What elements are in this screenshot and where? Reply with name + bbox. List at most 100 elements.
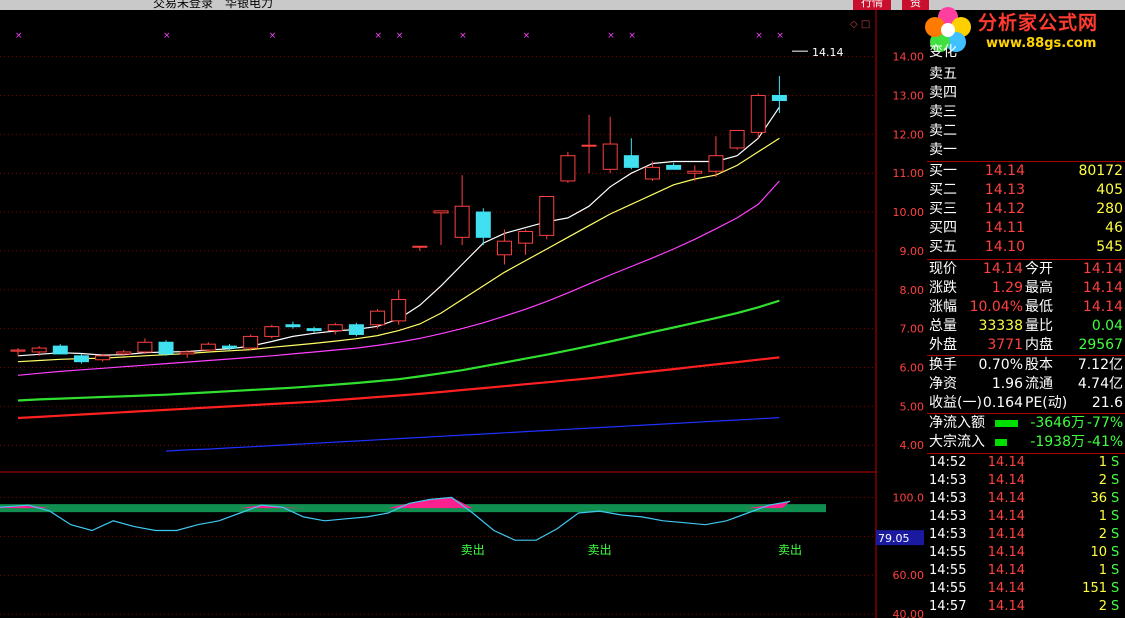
candle-body-up	[391, 298, 407, 322]
price-tick-label: 9.00	[900, 245, 925, 258]
candle-body-up	[200, 343, 216, 351]
stat-value: 33338	[978, 318, 1023, 334]
tick-row: 14:55 14.14 1 S	[927, 562, 1125, 580]
buy-level-label: 买五	[929, 239, 957, 255]
sell-row: 卖二	[927, 122, 1125, 141]
stat-value: 29567	[1078, 337, 1123, 353]
buy-level-label: 买四	[929, 220, 957, 236]
buy-volume: 280	[1096, 201, 1123, 217]
moving-average-lines	[17, 106, 780, 452]
price-tick-label: 13.00	[893, 89, 925, 102]
candle-body-down	[158, 341, 174, 355]
stat-value: 4.74亿	[1077, 376, 1123, 392]
candle-body-up	[31, 347, 47, 353]
candle-body-up	[454, 205, 470, 238]
tick-side: S	[1111, 455, 1120, 470]
price-tick-label: 11.00	[893, 167, 925, 180]
buy-volume: 46	[1105, 220, 1123, 236]
stat-value: 0.70%	[978, 357, 1023, 373]
tick-volume: 10	[1090, 545, 1107, 560]
ma-line-ma250	[165, 417, 780, 452]
price-tick-label: 10.00	[893, 206, 925, 219]
stat-label: 涨幅	[929, 299, 957, 315]
price-axis: 14.0013.0012.0011.0010.009.008.007.006.0…	[792, 19, 924, 452]
stat-label: 内盘	[1025, 337, 1053, 353]
stat-label: 最低	[1025, 299, 1053, 315]
candle-body-down	[666, 164, 682, 170]
candle-body-up	[433, 210, 449, 214]
flow-value: -1938万	[1030, 434, 1085, 450]
candle-body-up	[179, 351, 195, 355]
stat-label: 最高	[1025, 280, 1053, 296]
candle-body-up	[729, 129, 745, 149]
panel-header-row: 变化	[927, 43, 1125, 62]
stock-name: 华银电力	[225, 0, 274, 10]
buy-level-label: 买三	[929, 201, 957, 217]
buy-row: 买二 14.13 405	[927, 181, 1125, 200]
stat-row: 涨幅 10.04% 最低 14.14	[927, 298, 1125, 317]
signal-mark: ×	[755, 31, 763, 41]
header-partial-label: 变化	[929, 44, 957, 60]
candle-body-up	[370, 310, 386, 326]
tick-price: 14.14	[987, 473, 1025, 488]
tick-time: 14:52	[929, 455, 967, 470]
candle-body-up	[10, 349, 26, 352]
indicator-tick-label: 100.0	[893, 491, 925, 504]
stat-row: 外盘 3771 内盘 29567	[927, 336, 1125, 355]
indicator-panel: 100.080.0060.0040.00卖出卖出卖出79.05	[0, 491, 924, 618]
stat-value: 21.6	[1091, 395, 1123, 411]
stat-row: 涨跌 1.29 最高 14.14	[927, 279, 1125, 298]
tick-time: 14:53	[929, 527, 967, 542]
corner-icon: ◇ □	[850, 19, 870, 30]
signal-mark: ×	[269, 31, 277, 41]
stat2-row: 收益(一) 0.164 PE(动) 21.6	[927, 394, 1125, 413]
quote-button[interactable]: 行情	[853, 0, 891, 10]
stat2-row: 换手 0.70% 股本 7.12亿	[927, 356, 1125, 375]
sell-signal-label: 卖出	[461, 543, 485, 557]
stat-value: 7.12亿	[1077, 357, 1123, 373]
candle-body-up	[95, 355, 111, 361]
candle-body-up	[708, 155, 724, 172]
sell-level-label: 卖一	[929, 142, 957, 158]
candle-body-up	[264, 326, 280, 337]
ma-line-ma20	[17, 180, 780, 376]
flow-row: 大宗流入 -1938万 -41%	[927, 433, 1125, 452]
tick-row: 14:55 14.14 151 S	[927, 580, 1125, 598]
buy-volume: 80172	[1078, 163, 1123, 179]
tick-side: S	[1111, 491, 1120, 506]
candle-body-up	[137, 341, 153, 353]
signal-mark: ×	[163, 31, 171, 41]
flow-percent: -41%	[1087, 434, 1124, 450]
tick-price: 14.14	[987, 527, 1025, 542]
tick-time: 14:55	[929, 581, 967, 596]
tick-side: S	[1111, 509, 1120, 524]
sell-row: 卖一	[927, 141, 1125, 160]
buy-price: 14.14	[984, 163, 1025, 179]
candle-body-up	[539, 196, 555, 236]
candle-body-down	[52, 345, 68, 355]
tick-side: S	[1111, 599, 1120, 614]
stat-value: 1.29	[991, 280, 1023, 296]
tick-side: S	[1111, 527, 1120, 542]
buy-row: 买五 14.10 545	[927, 238, 1125, 257]
tick-time: 14:53	[929, 473, 967, 488]
candle-body-down	[73, 355, 89, 363]
tick-side: S	[1111, 545, 1120, 560]
tick-time: 14:53	[929, 509, 967, 524]
candle-body-up	[581, 144, 597, 147]
candle-body-up	[645, 166, 660, 180]
sell-level-label: 卖三	[929, 104, 957, 120]
candle-body-up	[327, 324, 343, 332]
candle-body-down	[771, 94, 787, 102]
tick-row: 14:53 14.14 2 S	[927, 526, 1125, 544]
login-status: 交易未登录	[153, 0, 214, 10]
stat-label: 净资	[929, 376, 957, 392]
stat-row: 现价 14.14 今开 14.14	[927, 260, 1125, 279]
sell-signal-label: 卖出	[778, 543, 802, 557]
kline-chart[interactable]: × × × × × × × × × × × 14.0013.0012.0011.0010.009.0…	[0, 10, 927, 618]
stat-value: 0.04	[1091, 318, 1123, 334]
candle-body-up	[496, 240, 512, 256]
signal-mark: ×	[523, 31, 531, 41]
signal-mark: ×	[776, 31, 784, 41]
tick-price: 14.14	[987, 545, 1025, 560]
